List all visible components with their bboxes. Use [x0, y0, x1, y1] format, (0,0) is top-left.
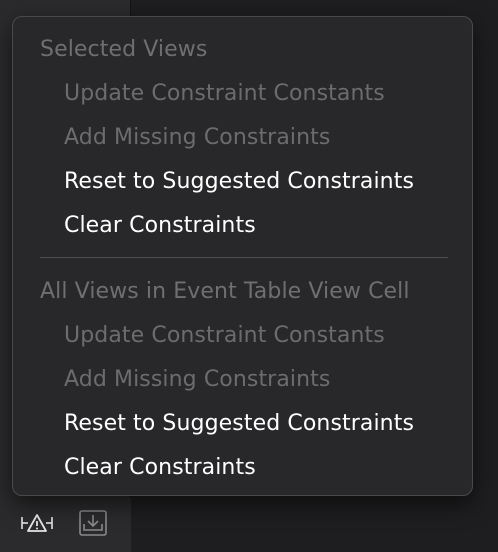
resolve-auto-layout-issues-menu: Selected Views Update Constraint Constan…	[12, 16, 473, 496]
menu-item-add-missing-constraints: Add Missing Constraints	[64, 125, 331, 150]
section-header-selected-views: Selected Views	[40, 37, 208, 62]
menu-item-update-constraint-constants: Update Constraint Constants	[64, 81, 385, 106]
embed-in-icon[interactable]	[78, 509, 108, 537]
menu-item-reset-to-suggested-constraints[interactable]: Reset to Suggested Constraints	[64, 169, 414, 195]
menu-item-update-constraint-constants-all: Update Constraint Constants	[64, 323, 385, 348]
menu-item-clear-constraints-all[interactable]: Clear Constraints	[64, 455, 256, 481]
menu-item-add-missing-constraints-all: Add Missing Constraints	[64, 367, 331, 392]
menu-item-reset-to-suggested-constraints-all[interactable]: Reset to Suggested Constraints	[64, 411, 414, 437]
menu-separator	[40, 257, 448, 258]
resolve-auto-layout-issues-icon[interactable]	[20, 509, 54, 537]
section-header-all-views: All Views in Event Table View Cell	[40, 279, 410, 304]
menu-item-clear-constraints[interactable]: Clear Constraints	[64, 213, 256, 239]
